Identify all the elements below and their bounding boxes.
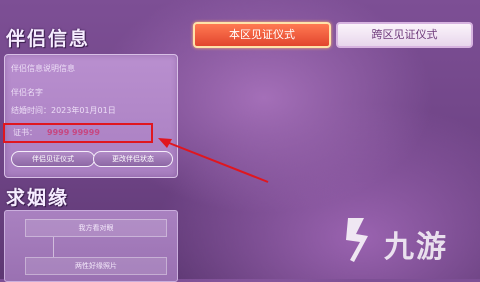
watermark: 九游 xyxy=(330,212,480,272)
watermark-text: 九游 xyxy=(384,230,448,265)
nine-game-logo-icon xyxy=(346,218,368,262)
